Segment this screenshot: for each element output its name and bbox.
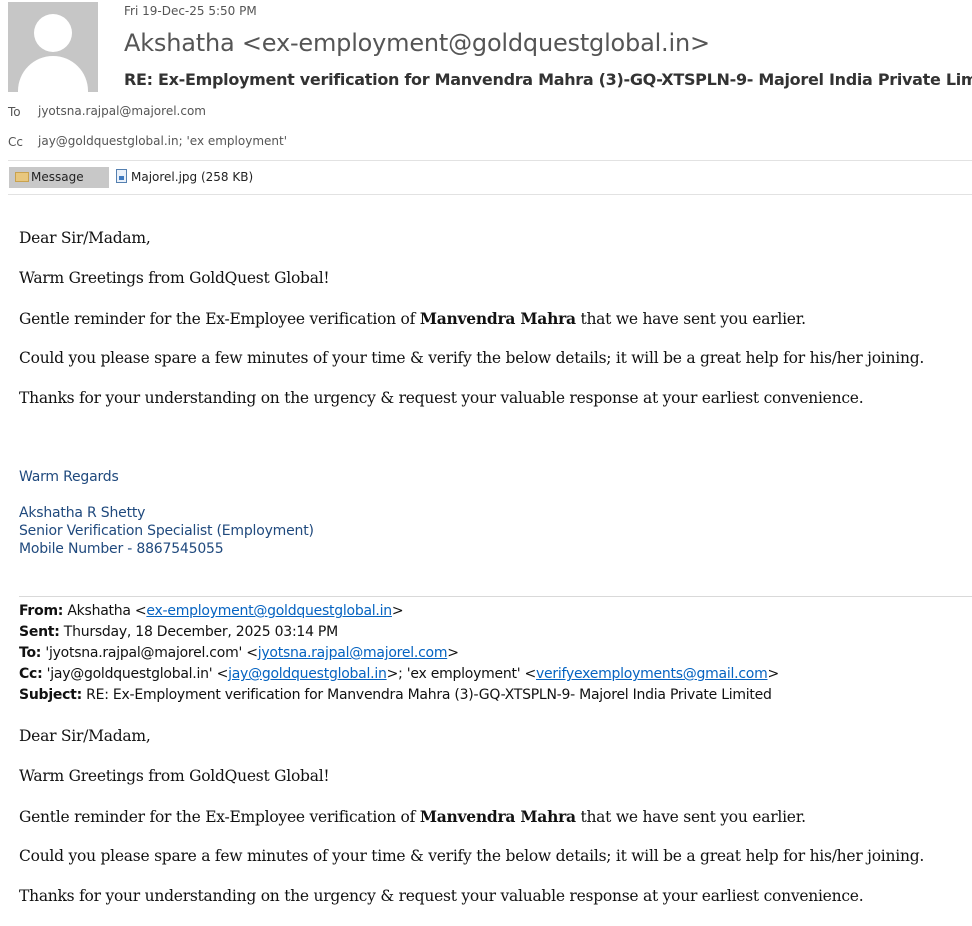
quoted-cc-email-link-1[interactable]: jay@goldquestglobal.in [228, 666, 387, 682]
quoted-sent: Sent: Thursday, 18 December, 2025 03:14 … [19, 624, 338, 640]
image-file-icon [116, 169, 127, 183]
quoted-from-email-link[interactable]: ex-employment@goldquestglobal.in [146, 603, 392, 619]
quoted-line-reminder: Gentle reminder for the Ex-Employee veri… [19, 807, 806, 826]
sender-name[interactable]: Akshatha <ex-employment@goldquestglobal.… [124, 29, 710, 57]
quoted-cc-email-link-2[interactable]: verifyexemployments@gmail.com [536, 666, 768, 682]
body-line-thanks: Thanks for your understanding on the urg… [19, 389, 864, 407]
quoted-divider [19, 596, 972, 597]
quoted-subject: Subject: RE: Ex-Employment verification … [19, 687, 772, 703]
quoted-cc: Cc: 'jay@goldquestglobal.in' <jay@goldqu… [19, 666, 779, 682]
cc-recipients[interactable]: jay@goldquestglobal.in; 'ex employment' [38, 134, 287, 148]
quoted-greeting: Dear Sir/Madam, [19, 727, 151, 745]
quoted-candidate-name: Manvendra Mahra [419, 807, 576, 826]
avatar-body-shape [18, 56, 88, 92]
to-recipients[interactable]: jyotsna.rajpal@majorel.com [38, 104, 206, 118]
attachment-item[interactable]: Majorel.jpg (258 KB) [116, 169, 253, 184]
quoted-to-email-link[interactable]: jyotsna.rajpal@majorel.com [258, 645, 448, 661]
signature-title: Senior Verification Specialist (Employme… [19, 523, 314, 539]
body-line-reminder: Gentle reminder for the Ex-Employee veri… [19, 309, 806, 328]
sender-avatar[interactable] [8, 2, 98, 92]
envelope-icon [15, 172, 29, 182]
email-subject: RE: Ex-Employment verification for Manve… [124, 70, 972, 89]
signature-mobile: Mobile Number - 8867545055 [19, 541, 224, 557]
avatar-head-shape [34, 14, 72, 52]
message-tab-label: Message [31, 170, 84, 184]
candidate-name: Manvendra Mahra [419, 309, 576, 328]
quoted-line-thanks: Thanks for your understanding on the urg… [19, 887, 864, 905]
quoted-from: From: Akshatha <ex-employment@goldquestg… [19, 603, 404, 619]
quoted-line-request: Could you please spare a few minutes of … [19, 847, 925, 865]
cc-label: Cc [8, 135, 23, 149]
signature-regards: Warm Regards [19, 469, 119, 485]
sent-date: Fri 19-Dec-25 5:50 PM [124, 4, 257, 18]
body-greeting: Dear Sir/Madam, [19, 229, 151, 247]
header-divider [8, 160, 972, 161]
quoted-line-greetings: Warm Greetings from GoldQuest Global! [19, 767, 330, 785]
body-line-greetings: Warm Greetings from GoldQuest Global! [19, 269, 330, 287]
signature-name: Akshatha R Shetty [19, 505, 146, 521]
to-label: To [8, 105, 21, 119]
message-tab[interactable]: Message [9, 167, 109, 188]
body-line-request: Could you please spare a few minutes of … [19, 349, 925, 367]
tabs-divider [8, 194, 972, 195]
quoted-to: To: 'jyotsna.rajpal@majorel.com' <jyotsn… [19, 645, 459, 661]
attachment-label: Majorel.jpg (258 KB) [131, 170, 254, 184]
